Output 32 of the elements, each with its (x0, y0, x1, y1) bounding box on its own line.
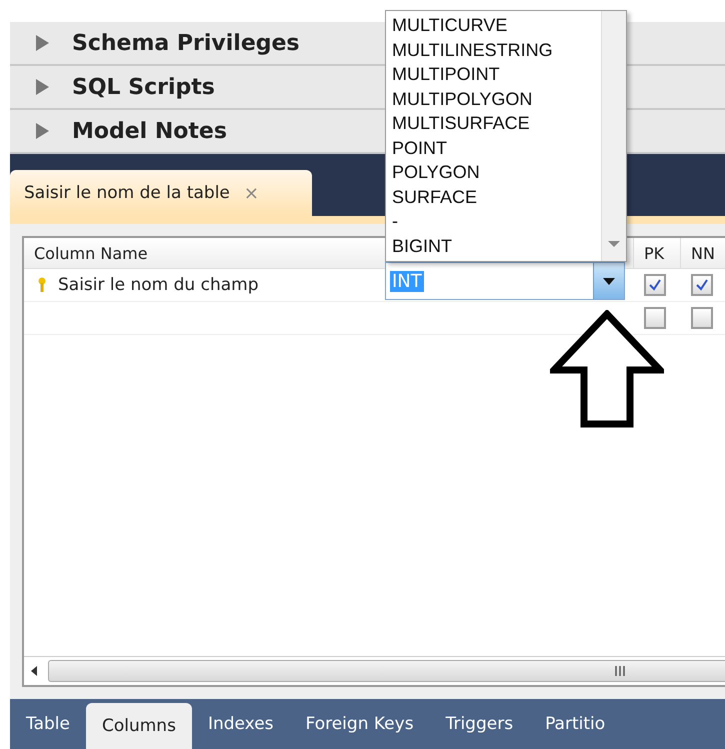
dropdown-button[interactable] (593, 263, 624, 299)
caret-icon (603, 278, 615, 284)
bottom-tab[interactable]: Table (10, 699, 86, 749)
dropdown-option[interactable]: - (392, 209, 601, 234)
scroll-down-icon[interactable] (608, 241, 620, 247)
bottom-tab[interactable]: Partitio (529, 699, 622, 749)
nn-checkbox[interactable] (691, 307, 713, 329)
scroll-left-icon[interactable] (30, 666, 38, 676)
scrollbar-thumb[interactable] (48, 660, 725, 682)
checkmark-icon (695, 278, 709, 292)
bottom-tab[interactable]: Columns (86, 703, 192, 749)
bottom-tab[interactable]: Foreign Keys (290, 699, 430, 749)
dropdown-option[interactable]: SURFACE (392, 184, 601, 209)
column-header: PK (634, 238, 681, 268)
checkmark-icon (648, 278, 662, 292)
bottom-tab[interactable]: Indexes (192, 699, 290, 749)
up-arrow-icon (550, 310, 664, 428)
expand-triangle-icon (34, 78, 50, 96)
expand-triangle-icon (34, 34, 50, 52)
column-header: NN (681, 238, 725, 268)
dropdown-option[interactable]: POLYGON (392, 160, 601, 184)
dropdown-option[interactable]: MULTILINESTRING (392, 38, 601, 62)
expand-triangle-icon (34, 122, 50, 140)
pk-checkbox[interactable] (644, 307, 666, 329)
dropdown-option[interactable]: MULTIPOLYGON (392, 86, 601, 111)
pk-checkbox[interactable] (644, 274, 666, 296)
dropdown-option[interactable]: MULTISURFACE (392, 111, 601, 136)
nn-checkbox[interactable] (691, 274, 713, 296)
grip-icon (615, 666, 625, 676)
editor-tab[interactable]: Saisir le nom de la table × (10, 170, 312, 216)
bottom-tab[interactable]: Triggers (430, 699, 530, 749)
table-cell: Saisir le nom du champ (58, 275, 258, 295)
